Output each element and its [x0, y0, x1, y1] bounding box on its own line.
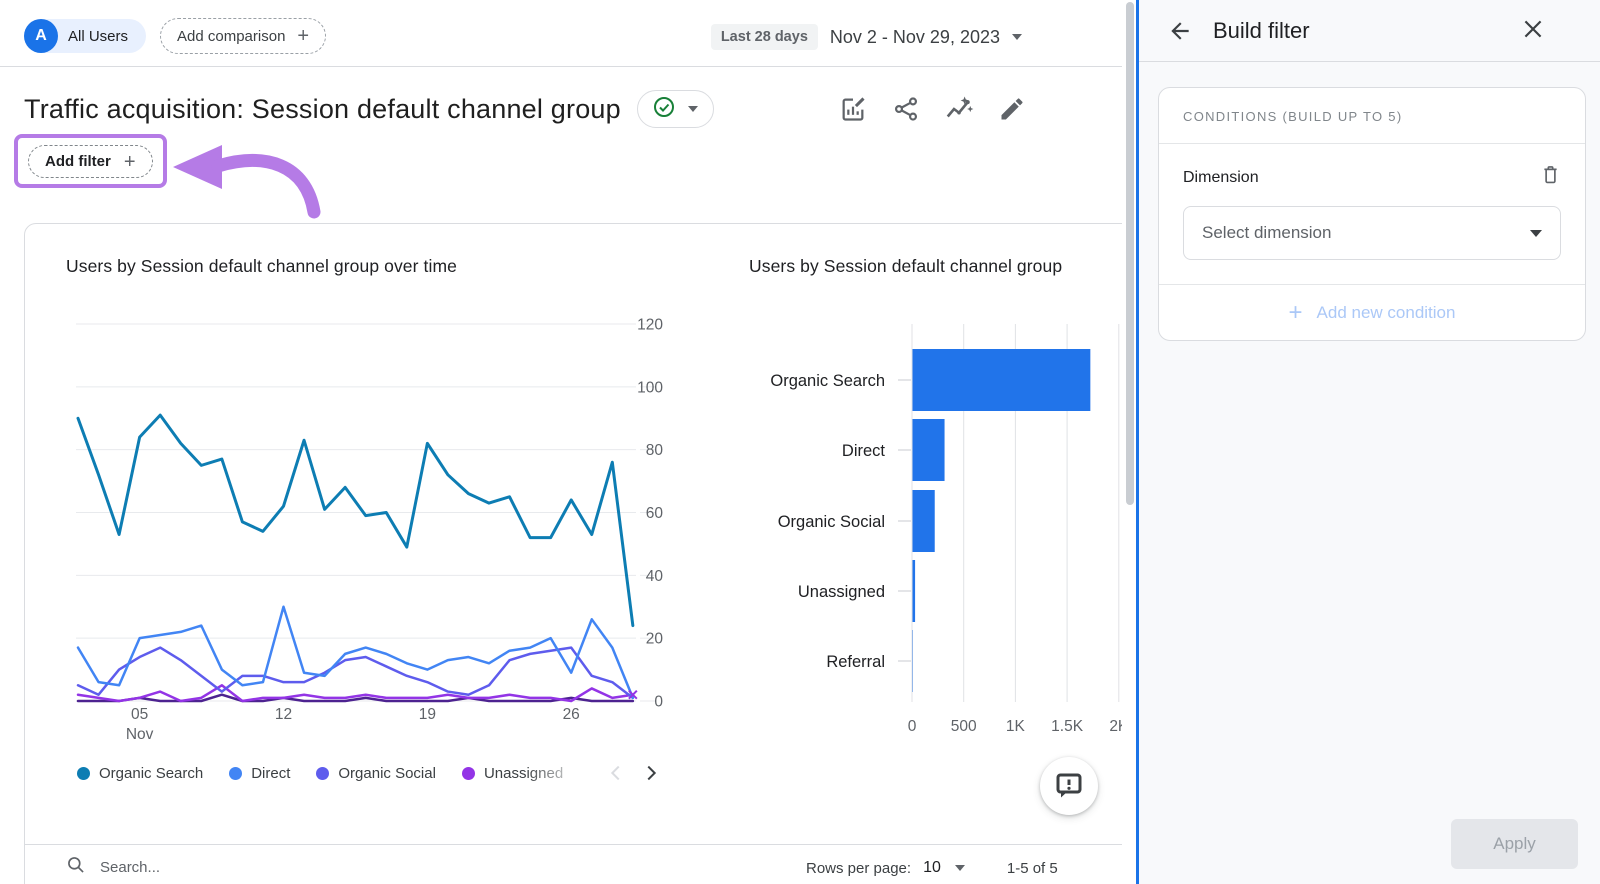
select-dimension-dropdown[interactable]: Select dimension	[1183, 206, 1561, 260]
verified-check-icon	[653, 96, 675, 123]
line-chart: 0 20 40 60 80 100 120 05 Nov 12 19 26	[65, 309, 695, 754]
svg-text:19: 19	[419, 706, 436, 723]
svg-text:05: 05	[131, 706, 148, 723]
add-condition-label: Add new condition	[1317, 303, 1456, 323]
svg-text:26: 26	[563, 706, 580, 723]
svg-text:Referral: Referral	[826, 653, 885, 671]
chevron-down-icon	[1012, 34, 1022, 40]
back-arrow-icon[interactable]	[1165, 16, 1195, 46]
line-chart-title: Users by Session default channel group o…	[66, 256, 457, 277]
svg-text:80: 80	[646, 442, 664, 459]
avatar: A	[24, 19, 58, 53]
annotation-arrow	[170, 136, 328, 222]
close-icon[interactable]	[1518, 14, 1548, 44]
legend-item: Direct	[229, 765, 290, 782]
date-range-picker[interactable]: Last 28 days Nov 2 - Nov 29, 2023	[711, 24, 1022, 50]
rows-per-page-select[interactable]: 10	[923, 859, 941, 877]
share-icon[interactable]	[891, 94, 921, 124]
conditions-header: CONDITIONS (BUILD UP TO 5)	[1159, 88, 1585, 143]
chevron-down-icon	[688, 106, 698, 112]
page-title: Traffic acquisition: Session default cha…	[24, 94, 621, 125]
all-users-label: All Users	[68, 28, 128, 45]
svg-text:Organic Search: Organic Search	[770, 372, 885, 390]
svg-text:0: 0	[908, 718, 917, 735]
search-placeholder: Search...	[100, 859, 160, 876]
apply-button[interactable]: Apply	[1451, 819, 1578, 869]
svg-text:1.5K: 1.5K	[1051, 718, 1084, 735]
svg-text:Nov: Nov	[126, 726, 154, 743]
plus-icon: +	[124, 152, 136, 172]
feedback-button[interactable]	[1040, 757, 1098, 815]
add-comparison-label: Add comparison	[177, 28, 285, 45]
panel-divider	[1139, 61, 1600, 62]
legend-item: Organic Search	[77, 765, 203, 782]
legend-chevron-left-icon[interactable]	[603, 760, 629, 786]
svg-text:1K: 1K	[1006, 718, 1026, 735]
svg-text:Unassigned: Unassigned	[798, 583, 885, 601]
conditions-card: CONDITIONS (BUILD UP TO 5) Dimension Sel…	[1158, 87, 1586, 341]
main-content: A All Users Add comparison + Last 28 day…	[0, 0, 1122, 884]
feedback-bubble-icon	[1053, 769, 1085, 804]
vertical-scrollbar[interactable]	[1126, 2, 1134, 505]
table-footer-divider	[25, 844, 1122, 845]
svg-text:60: 60	[646, 505, 664, 522]
bar-chart: 0 500 1K 1.5K 2K Organic Search Direct Organic …	[715, 309, 1122, 759]
svg-text:2K: 2K	[1109, 718, 1122, 735]
legend-dot-icon	[462, 767, 475, 780]
pagination-range: 1-5 of 5	[1007, 860, 1058, 877]
chart-legend: Organic SearchDirectOrganic SocialUnassi…	[77, 765, 602, 782]
svg-text:100: 100	[637, 379, 663, 396]
all-users-chip[interactable]: A All Users	[24, 19, 146, 53]
svg-text:500: 500	[951, 718, 977, 735]
rows-per-page-label: Rows per page:	[806, 860, 911, 877]
header-divider	[0, 66, 1122, 67]
legend-dot-icon	[316, 767, 329, 780]
svg-text:0: 0	[654, 694, 663, 711]
add-filter-button[interactable]: Add filter +	[28, 145, 153, 178]
chevron-down-icon[interactable]	[955, 865, 965, 871]
edit-pencil-icon[interactable]	[997, 94, 1027, 124]
svg-text:40: 40	[646, 568, 664, 585]
add-filter-label: Add filter	[45, 153, 111, 170]
date-range-badge: Last 28 days	[711, 24, 818, 50]
panel-title: Build filter	[1213, 18, 1310, 44]
table-search[interactable]: Search...	[66, 854, 160, 880]
edit-chart-icon[interactable]	[838, 94, 868, 124]
dimension-label: Dimension	[1183, 169, 1259, 187]
data-quality-pill[interactable]	[637, 90, 714, 128]
chevron-down-icon	[1530, 230, 1542, 237]
report-toolbar	[838, 94, 1027, 124]
report-card: Users by Session default channel group o…	[24, 223, 1122, 884]
legend-item: Organic Social	[316, 765, 436, 782]
date-range-text: Nov 2 - Nov 29, 2023	[830, 27, 1000, 48]
plus-icon: +	[297, 26, 309, 46]
svg-text:Direct: Direct	[842, 442, 886, 460]
add-new-condition-button[interactable]: + Add new condition	[1159, 285, 1585, 340]
select-dimension-placeholder: Select dimension	[1202, 223, 1331, 243]
bar-chart-title: Users by Session default channel group	[749, 256, 1062, 277]
legend-chevron-right-icon[interactable]	[638, 760, 664, 786]
trash-icon[interactable]	[1540, 164, 1561, 191]
svg-text:20: 20	[646, 631, 664, 648]
build-filter-panel: Build filter CONDITIONS (BUILD UP TO 5) …	[1136, 0, 1600, 884]
add-comparison-button[interactable]: Add comparison +	[160, 18, 326, 54]
svg-text:120: 120	[637, 317, 663, 334]
svg-text:Organic Social: Organic Social	[778, 513, 885, 531]
audience-bar: A All Users Add comparison +	[24, 18, 326, 54]
table-pagination: Rows per page: 10 1-5 of 5	[806, 856, 1058, 880]
plus-icon: +	[1289, 301, 1303, 325]
insights-icon[interactable]	[944, 94, 974, 124]
legend-dot-icon	[77, 767, 90, 780]
search-icon	[66, 855, 86, 879]
legend-dot-icon	[229, 767, 242, 780]
svg-text:12: 12	[275, 706, 292, 723]
